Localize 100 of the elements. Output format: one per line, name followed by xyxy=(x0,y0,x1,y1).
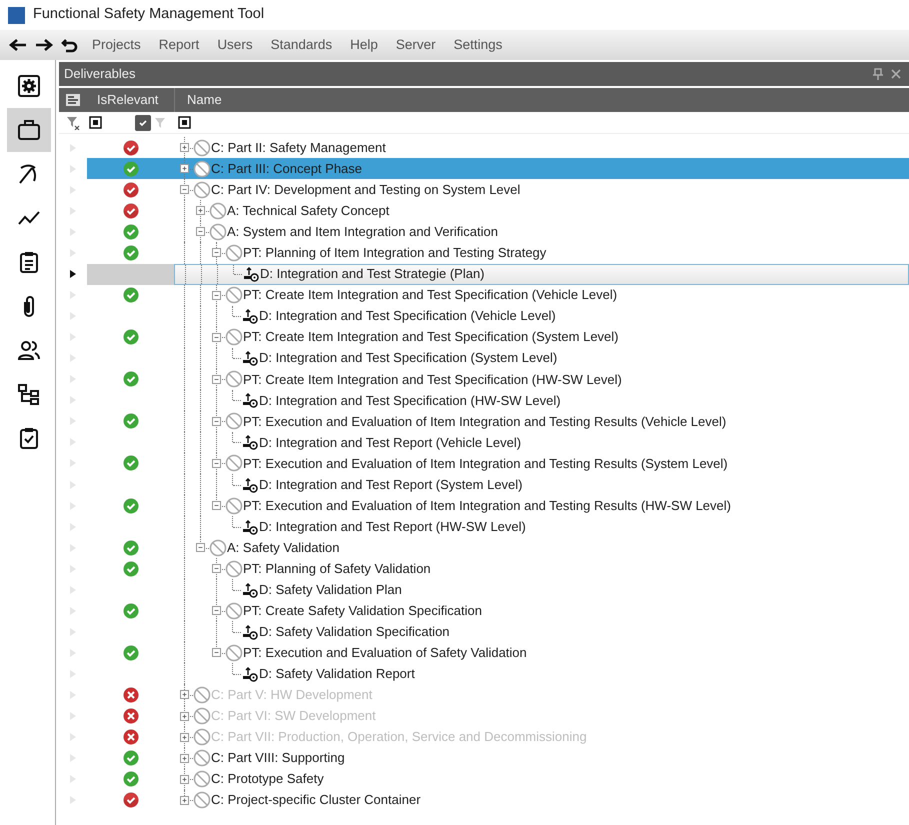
blocked-icon xyxy=(193,160,211,178)
expander-icon[interactable] xyxy=(180,143,189,152)
expander-icon[interactable] xyxy=(212,501,221,510)
checkbox-filter-icon[interactable] xyxy=(178,116,191,129)
deliverable-icon xyxy=(241,582,259,598)
blocked-icon xyxy=(225,328,243,346)
blocked-icon xyxy=(225,644,243,662)
tree-item-label[interactable]: A: System and Item Integration and Verification xyxy=(227,222,498,242)
blocked-icon xyxy=(193,138,211,157)
checklist-icon xyxy=(17,426,41,450)
tree-item-label[interactable]: D: Integration and Test Specification (HW-SW Level) xyxy=(259,390,561,410)
filter-clear-icon[interactable] xyxy=(66,116,80,130)
blocked-icon xyxy=(225,560,243,578)
menu-item[interactable]: Settings xyxy=(448,34,508,56)
tree-item-label[interactable]: PT: Planning of Safety Validation xyxy=(243,558,431,578)
menu-item[interactable]: Help xyxy=(344,34,384,56)
deliverable-icon xyxy=(241,434,259,450)
expander-icon[interactable] xyxy=(212,290,221,300)
blocked-icon xyxy=(225,370,243,388)
tree-item-label[interactable]: PT: Planning of Item Integration and Testing Strategy xyxy=(243,243,546,263)
tree-item-label[interactable]: D: Safety Validation Specification xyxy=(259,622,450,642)
menu-item[interactable]: Users xyxy=(211,34,259,56)
expander-icon[interactable] xyxy=(212,416,221,426)
blocked-icon xyxy=(193,770,211,788)
tree-item-label[interactable]: PT: Execution and Evaluation of Item Integration and Testing Results (Vehicle Level) xyxy=(243,412,726,432)
tree-item-label[interactable]: D: Integration and Test Specification (System Level) xyxy=(259,348,558,368)
expander-icon[interactable] xyxy=(196,543,205,552)
users-icon xyxy=(17,338,41,362)
menu-item[interactable]: Server xyxy=(390,34,442,56)
tree-item-label[interactable]: PT: Create Safety Validation Specification xyxy=(243,601,482,621)
deliverable-icon xyxy=(241,350,259,366)
column-chooser-icon[interactable] xyxy=(65,93,81,107)
column-header[interactable]: IsRelevant xyxy=(87,90,158,110)
expander-icon[interactable] xyxy=(212,458,221,468)
expander-icon[interactable] xyxy=(212,374,221,384)
expander-icon[interactable] xyxy=(212,564,221,574)
deliverable-icon xyxy=(242,266,260,282)
checkbox-filter-icon[interactable] xyxy=(89,116,102,129)
briefcase-icon xyxy=(17,118,41,142)
panel-title: Deliverables xyxy=(64,65,137,84)
blocked-icon xyxy=(193,749,211,768)
expander-icon[interactable] xyxy=(180,164,189,174)
expander-icon[interactable] xyxy=(212,648,221,658)
menu-item[interactable]: Report xyxy=(152,34,206,56)
blocked-icon xyxy=(225,286,243,304)
tree-item-label[interactable]: D: Integration and Test Report (HW-SW Level) xyxy=(259,516,526,536)
tree-item-label[interactable]: A: Safety Validation xyxy=(227,538,340,558)
expander-icon[interactable] xyxy=(180,185,189,194)
tree-item-label[interactable]: D: Integration and Test Report (Vehicle Level) xyxy=(259,432,522,452)
undo-icon[interactable] xyxy=(60,37,80,53)
tree-item-label[interactable]: D: Safety Validation Report xyxy=(259,664,415,684)
tree-item-label[interactable]: A: Technical Safety Concept xyxy=(227,201,390,221)
tree-item-label[interactable]: PT: Create Item Integration and Test Specification (HW-SW Level) xyxy=(243,370,622,390)
blocked-icon xyxy=(225,412,243,430)
column-header[interactable]: Name xyxy=(187,90,222,110)
tree-item-label[interactable]: PT: Create Item Integration and Test Specification (Vehicle Level) xyxy=(243,285,618,305)
menu-item[interactable]: Projects xyxy=(86,34,147,56)
blocked-icon xyxy=(193,180,211,199)
tree-item-label[interactable]: C: Prototype Safety xyxy=(211,769,324,789)
deliverable-icon xyxy=(241,518,259,535)
tree-item-label[interactable]: C: Project-specific Cluster Container xyxy=(211,790,421,810)
tree-item-label[interactable]: D: Integration and Test Specification (Vehicle Level) xyxy=(259,306,556,326)
tree-item-label[interactable]: PT: Create Item Integration and Test Specification (System Level) xyxy=(243,327,618,347)
expander-icon[interactable] xyxy=(196,206,205,216)
blocked-icon xyxy=(209,202,227,220)
blocked-icon xyxy=(225,454,243,472)
back-arrow-icon[interactable] xyxy=(8,37,28,53)
sidebar-item[interactable] xyxy=(7,108,51,152)
pin-icon[interactable] xyxy=(873,68,883,80)
clipboard-icon xyxy=(17,250,41,274)
forward-arrow-icon[interactable] xyxy=(34,37,54,53)
expander-icon[interactable] xyxy=(180,754,189,763)
expander-icon[interactable] xyxy=(212,332,221,342)
blocked-icon xyxy=(209,222,227,241)
app-icon xyxy=(8,6,25,24)
tree-item-label[interactable]: PT: Execution and Evaluation of Safety Validation xyxy=(243,643,527,663)
tree-item-label[interactable]: C: Part VIII: Supporting xyxy=(211,748,345,768)
expander-icon[interactable] xyxy=(212,248,221,258)
deliverable-icon xyxy=(241,666,259,682)
tree-item-label[interactable]: C: Part III: Concept Phase xyxy=(211,159,362,179)
blocked-icon xyxy=(225,496,243,515)
tree-item-label[interactable]: D: Integration and Test Report (System Level) xyxy=(259,474,522,494)
expander-icon[interactable] xyxy=(180,796,189,805)
settings-icon xyxy=(17,74,41,98)
tree-item-label[interactable]: PT: Execution and Evaluation of Item Integration and Testing Results (System Level) xyxy=(243,454,728,474)
menu-item[interactable]: Standards xyxy=(264,34,338,56)
blocked-icon xyxy=(225,244,243,262)
blocked-icon xyxy=(209,538,227,557)
expander-icon[interactable] xyxy=(180,774,189,784)
tree-item-label[interactable]: D: Safety Validation Plan xyxy=(259,580,402,600)
close-icon[interactable] xyxy=(891,69,901,79)
blocked-icon xyxy=(225,602,243,620)
check-icon xyxy=(138,118,148,128)
dropdown-button[interactable] xyxy=(134,114,151,130)
expander-icon[interactable] xyxy=(196,227,205,236)
tree-item-label[interactable]: C: Part IV: Development and Testing on System Level xyxy=(211,180,520,200)
tree-item-label[interactable]: C: Part II: Safety Management xyxy=(211,138,386,158)
deliverable-icon xyxy=(241,308,259,324)
expander-icon[interactable] xyxy=(212,606,221,616)
tree-item-label[interactable]: PT: Execution and Evaluation of Item Integration and Testing Results (HW-SW Level) xyxy=(243,496,731,516)
